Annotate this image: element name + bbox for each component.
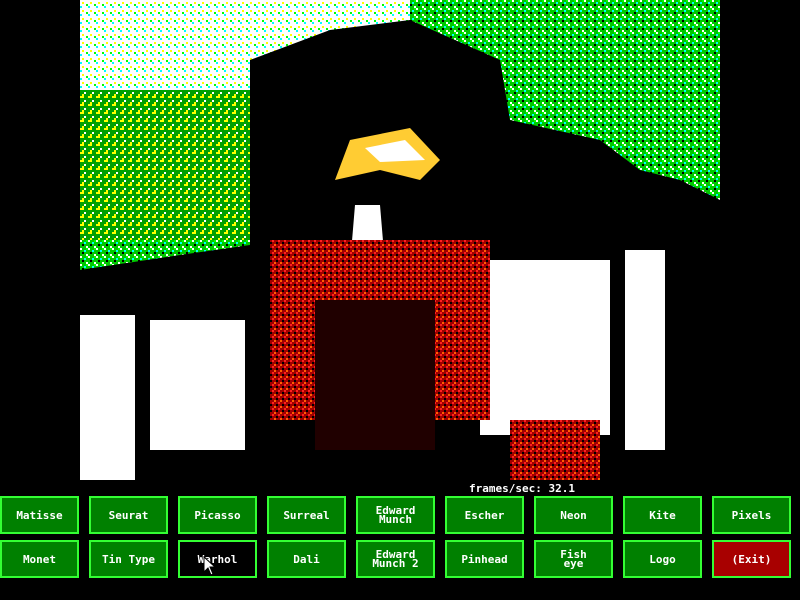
filter-button-fish-eye[interactable]: Fish eye bbox=[534, 540, 613, 578]
fps-label: frames/sec: bbox=[469, 482, 542, 495]
filter-button-surreal[interactable]: Surreal bbox=[267, 496, 346, 534]
fps-value: 32.1 bbox=[548, 482, 575, 495]
filter-button-monet[interactable]: Monet bbox=[0, 540, 79, 578]
filter-button-picasso[interactable]: Picasso bbox=[178, 496, 257, 534]
filter-button-kite[interactable]: Kite bbox=[623, 496, 702, 534]
filter-button-pinhead[interactable]: Pinhead bbox=[445, 540, 524, 578]
filter-button-dali[interactable]: Dali bbox=[267, 540, 346, 578]
filter-button-edward-munch[interactable]: Edward Munch bbox=[356, 496, 435, 534]
filter-button-edward-munch-2[interactable]: Edward Munch 2 bbox=[356, 540, 435, 578]
filter-button-logo[interactable]: Logo bbox=[623, 540, 702, 578]
filter-button-neon[interactable]: Neon bbox=[534, 496, 613, 534]
filter-button-escher[interactable]: Escher bbox=[445, 496, 524, 534]
webcam-image bbox=[80, 0, 720, 480]
filter-button-tin-type[interactable]: Tin Type bbox=[89, 540, 168, 578]
filter-button-pixels[interactable]: Pixels bbox=[712, 496, 791, 534]
filter-button-matisse[interactable]: Matisse bbox=[0, 496, 79, 534]
fps-readout: frames/sec: 32.1 bbox=[469, 482, 575, 495]
camera-viewport bbox=[80, 0, 720, 480]
exit-button[interactable]: (Exit) bbox=[712, 540, 791, 578]
filter-button-seurat[interactable]: Seurat bbox=[89, 496, 168, 534]
filter-button-warhol[interactable]: Warhol bbox=[178, 540, 257, 578]
